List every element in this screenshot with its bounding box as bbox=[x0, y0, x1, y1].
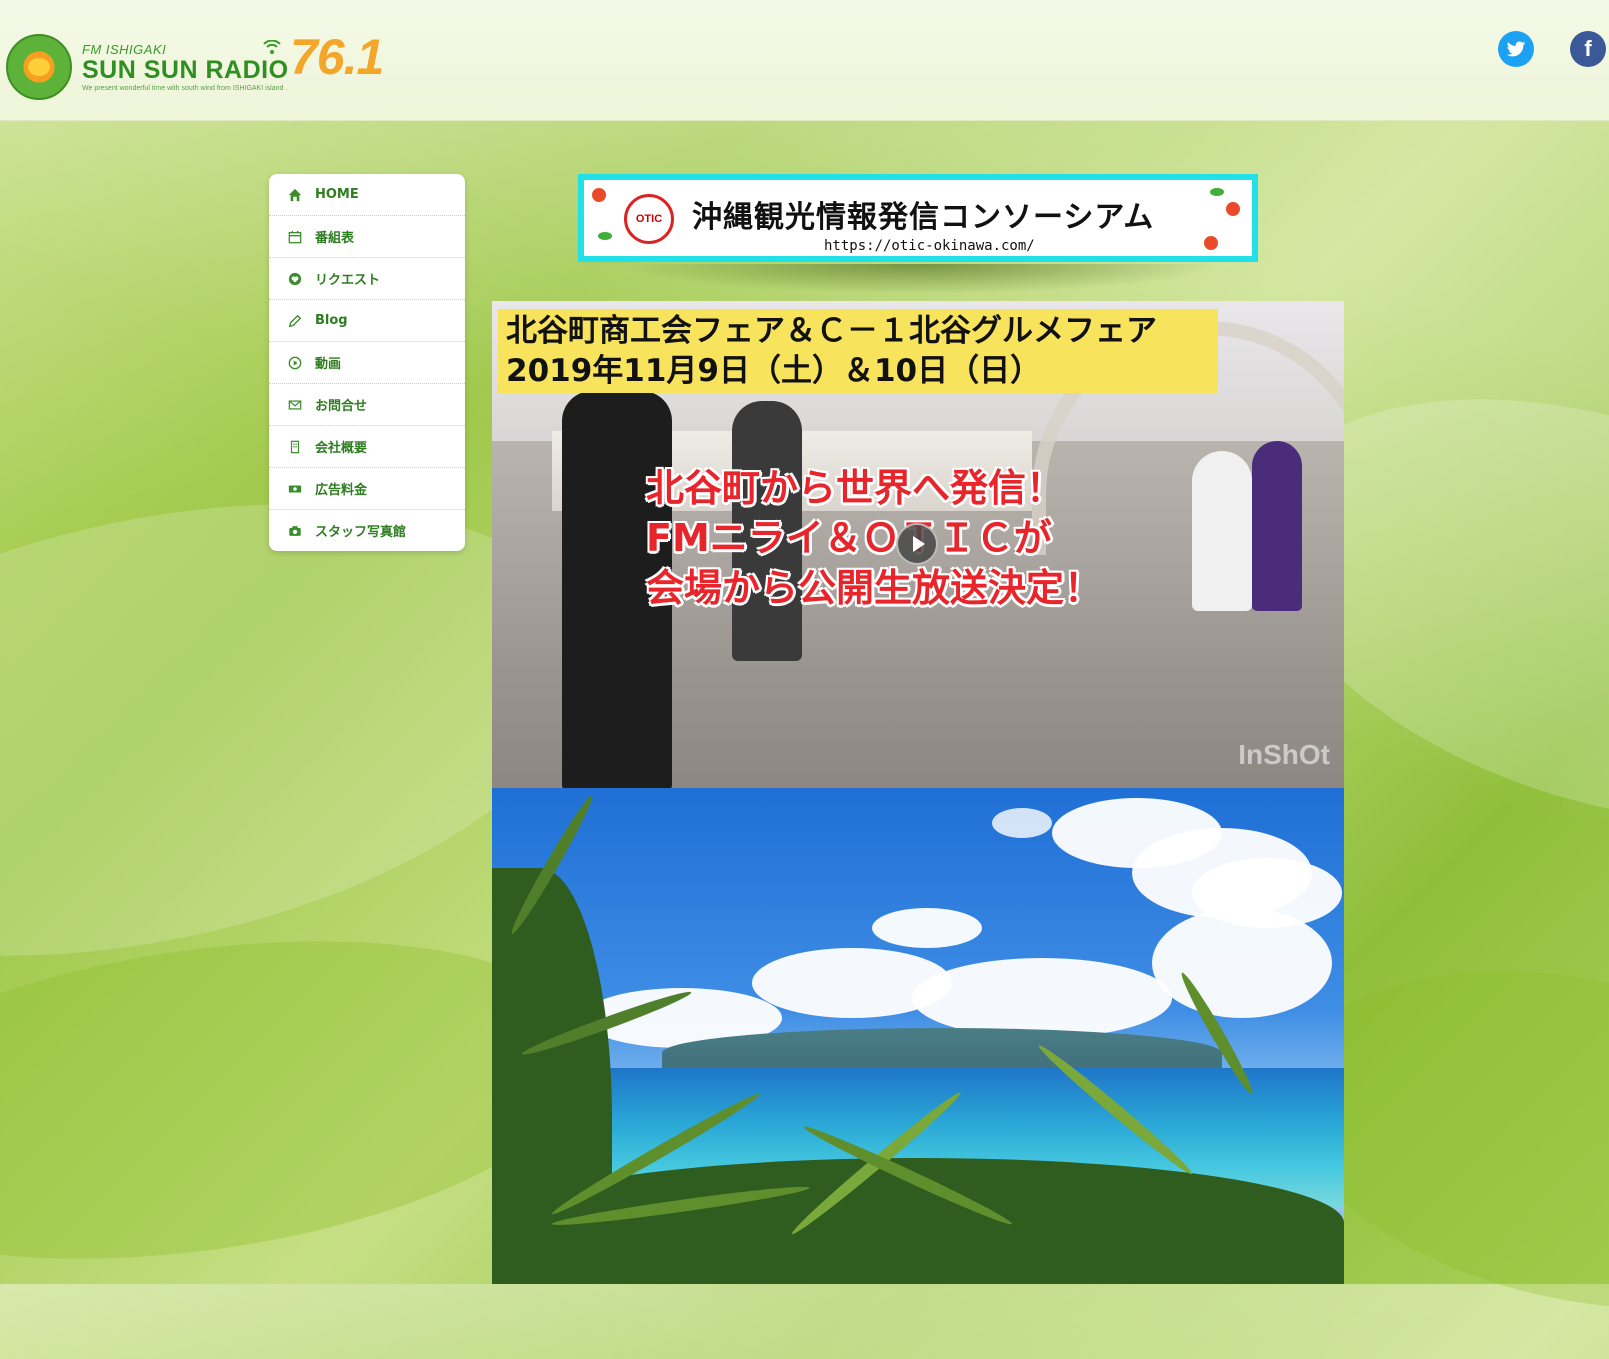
nav-label: スタッフ写真館 bbox=[315, 525, 407, 540]
nav-item-blog[interactable]: Blog bbox=[269, 300, 465, 342]
leaf-decoration-icon bbox=[1210, 188, 1224, 196]
announcement-line: 北谷町から世界へ発信！ bbox=[646, 466, 1065, 510]
nav-label: 番組表 bbox=[315, 231, 355, 246]
side-nav: HOME 番組表 リクエスト Blog 動画 お問合せ 会社概要 広告料金 スタ… bbox=[269, 174, 465, 551]
beach-photo bbox=[492, 788, 1344, 1284]
nav-item-company[interactable]: 会社概要 bbox=[269, 426, 465, 468]
play-button[interactable] bbox=[896, 523, 938, 565]
heart-icon bbox=[287, 271, 303, 287]
camera-icon bbox=[287, 523, 303, 539]
broadcast-icon bbox=[263, 40, 281, 54]
flower-decoration-icon bbox=[1204, 236, 1218, 250]
calendar-icon bbox=[287, 229, 303, 245]
frequency: 76.1 bbox=[290, 29, 384, 85]
nav-label: 動画 bbox=[315, 357, 342, 372]
nav-item-ad-rates[interactable]: 広告料金 bbox=[269, 468, 465, 510]
nav-item-video[interactable]: 動画 bbox=[269, 342, 465, 384]
facebook-icon[interactable]: f bbox=[1570, 31, 1606, 67]
nav-item-schedule[interactable]: 番組表 bbox=[269, 216, 465, 258]
otic-banner[interactable]: OTIC 沖縄観光情報発信コンソーシアム https://otic-okinaw… bbox=[578, 174, 1258, 262]
nav-label: HOME bbox=[315, 187, 359, 202]
video-date-line: 2019年11月9日（土）＆10日（日） bbox=[506, 353, 1042, 389]
video-title-line: 北谷町商工会フェア＆Ｃ－１北谷グルメフェア bbox=[506, 313, 1157, 349]
otic-logo-icon: OTIC bbox=[624, 194, 674, 244]
twitter-icon[interactable] bbox=[1498, 31, 1534, 67]
site-header: FM ISHIGAKI SUN SUN RADIO We present won… bbox=[0, 0, 1609, 121]
site-logo[interactable]: FM ISHIGAKI SUN SUN RADIO We present won… bbox=[6, 34, 289, 100]
leaf-decoration-icon bbox=[598, 232, 612, 240]
sun-mascot-icon bbox=[6, 34, 72, 100]
home-icon bbox=[287, 187, 303, 203]
banner-shadow bbox=[620, 264, 1220, 294]
announcement-line: 会場から公開生放送決定！ bbox=[646, 566, 1103, 610]
pencil-icon bbox=[287, 313, 303, 329]
logo-station-name: FM ISHIGAKI bbox=[82, 42, 167, 57]
logo-tagline: We present wonderful time with south win… bbox=[82, 85, 288, 92]
nav-item-staff-photos[interactable]: スタッフ写真館 bbox=[269, 510, 465, 551]
video-title-caption: 北谷町商工会フェア＆Ｃ－１北谷グルメフェア 2019年11月9日（土）＆10日（… bbox=[498, 309, 1218, 393]
nav-label: 広告料金 bbox=[315, 483, 368, 498]
mail-icon bbox=[287, 397, 303, 413]
video-player[interactable]: 北谷町商工会フェア＆Ｃ－１北谷グルメフェア 2019年11月9日（土）＆10日（… bbox=[492, 301, 1344, 788]
nav-label: リクエスト bbox=[315, 273, 381, 288]
nav-label: 会社概要 bbox=[315, 441, 368, 456]
video-watermark: InShOt bbox=[1238, 739, 1330, 770]
flower-decoration-icon bbox=[1226, 202, 1240, 216]
announcement-line: FMニライ＆ＯＴＩＣが bbox=[646, 516, 1052, 560]
nav-item-contact[interactable]: お問合せ bbox=[269, 384, 465, 426]
banner-title: 沖縄観光情報発信コンソーシアム bbox=[692, 200, 1155, 235]
building-icon bbox=[287, 439, 303, 455]
nav-label: Blog bbox=[315, 313, 348, 328]
logo-brand: SUN SUN RADIO bbox=[82, 56, 289, 84]
money-icon bbox=[287, 481, 303, 497]
play-circle-icon bbox=[287, 355, 303, 371]
nav-item-request[interactable]: リクエスト bbox=[269, 258, 465, 300]
flower-decoration-icon bbox=[592, 188, 606, 202]
banner-url: https://otic-okinawa.com/ bbox=[824, 238, 1035, 254]
nav-label: お問合せ bbox=[315, 399, 368, 414]
nav-item-home[interactable]: HOME bbox=[269, 174, 465, 216]
video-announcement: 北谷町から世界へ発信！ FMニライ＆ＯＴＩＣが 会場から公開生放送決定！ bbox=[646, 463, 1102, 613]
